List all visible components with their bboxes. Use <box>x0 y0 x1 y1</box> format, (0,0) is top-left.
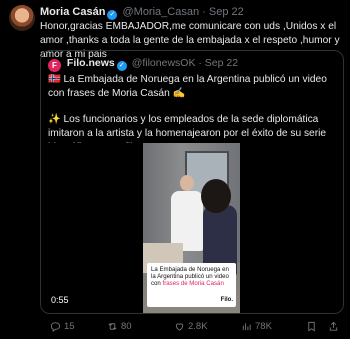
share-button[interactable] <box>328 321 339 332</box>
views-button[interactable]: 78K <box>241 321 272 332</box>
views-bar-chart-icon <box>242 323 251 331</box>
caption-logo: Filo. <box>220 296 233 303</box>
separator-dot: · <box>202 6 206 18</box>
like-button[interactable]: 2.8K <box>174 321 208 332</box>
share-icon <box>329 321 338 331</box>
author-name[interactable]: Moria Casán <box>40 6 105 18</box>
bookmark-icon <box>308 321 315 332</box>
video-player[interactable]: La Embajada de Noruega en la Argentina p… <box>41 143 343 313</box>
tweet-time[interactable]: Sep 22 <box>209 6 244 18</box>
reply-button[interactable]: 15 <box>50 321 75 332</box>
quote-author-name[interactable]: Filo.news <box>67 57 115 69</box>
caption-highlight: frases de Moria Casán <box>162 280 224 288</box>
verified-badge-icon: ✓ <box>107 10 118 20</box>
quote-avatar[interactable]: F <box>48 59 61 72</box>
views-count: 78K <box>255 321 272 332</box>
quoted-tweet[interactable]: F Filo.news ✓ @filonewsOK · Sep 22 🇳🇴 La … <box>40 50 344 314</box>
author-handle[interactable]: @Moria_Casan <box>122 6 199 18</box>
author-avatar[interactable] <box>9 5 35 31</box>
quote-time[interactable]: Sep 22 <box>205 57 238 69</box>
video-person-man <box>171 191 203 251</box>
retweet-icon <box>108 323 117 330</box>
video-duration: 0:55 <box>51 295 69 305</box>
tweet-header: Moria Casán ✓ @Moria_Casan · Sep 22 <box>40 6 244 20</box>
retweet-button[interactable]: 80 <box>107 321 132 332</box>
retweet-count: 80 <box>121 321 132 332</box>
heart-icon <box>175 323 184 331</box>
quote-header: F Filo.news ✓ @filonewsOK · Sep 22 <box>48 57 238 72</box>
quote-paragraph-1: 🇳🇴 La Embajada de Noruega en la Argentin… <box>48 74 327 99</box>
separator-dot: · <box>198 57 202 69</box>
bookmark-button[interactable] <box>306 321 317 332</box>
action-bar: 15 80 2.8K 78K <box>40 321 345 335</box>
reply-icon <box>50 322 61 332</box>
video-caption: La Embajada de Noruega en la Argentina p… <box>147 263 236 307</box>
quote-author-handle[interactable]: @filonewsOK <box>132 57 196 69</box>
verified-badge-icon: ✓ <box>116 61 127 71</box>
reply-count: 15 <box>64 321 75 332</box>
video-frame[interactable]: La Embajada de Noruega en la Argentina p… <box>143 143 240 313</box>
like-count: 2.8K <box>188 321 208 332</box>
video-person-woman-hair <box>201 179 231 213</box>
video-person-man-head <box>180 175 194 191</box>
